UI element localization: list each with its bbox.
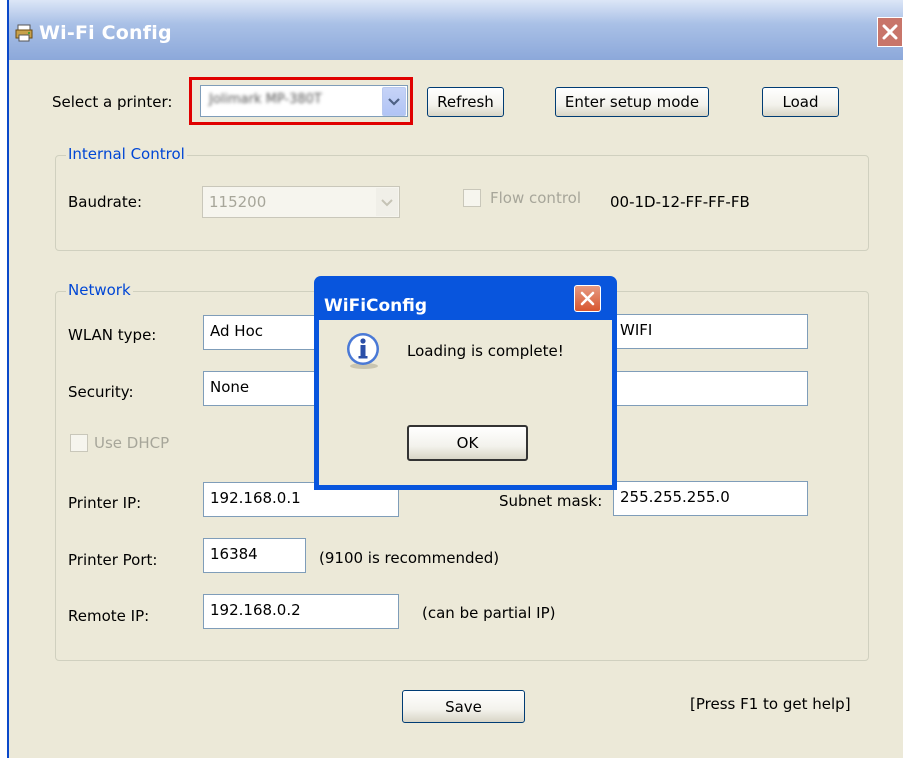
subnet-mask-label: Subnet mask: xyxy=(499,492,603,510)
security-label: Security: xyxy=(68,383,134,401)
printer-select-value: Jolimark MP-380T xyxy=(209,92,322,107)
close-icon xyxy=(580,291,595,306)
chevron-down-icon xyxy=(381,199,393,207)
port-hint: (9100 is recommended) xyxy=(319,549,500,567)
dialog-title: WiFiConfig xyxy=(324,296,428,316)
subnet-mask-value: 255.255.255.0 xyxy=(620,488,730,506)
printer-dropdown-button[interactable] xyxy=(382,87,406,116)
remote-ip-label: Remote IP: xyxy=(68,607,150,625)
printer-ip-value: 192.168.0.1 xyxy=(210,489,301,507)
key-field[interactable] xyxy=(613,371,808,406)
printer-port-label: Printer Port: xyxy=(68,551,158,569)
ssid-value: WIFI xyxy=(620,321,653,339)
printer-ip-label: Printer IP: xyxy=(68,494,142,512)
select-printer-label: Select a printer: xyxy=(52,93,173,111)
title-bar: Wi-Fi Config xyxy=(9,0,903,60)
info-icon xyxy=(343,330,383,370)
baudrate-dropdown-button[interactable] xyxy=(376,188,398,216)
help-hint: [Press F1 to get help] xyxy=(690,695,851,713)
network-title: Network xyxy=(66,281,133,299)
printer-network-icon xyxy=(15,24,33,42)
baudrate-value: 115200 xyxy=(209,193,267,211)
printer-port-value: 16384 xyxy=(210,545,258,563)
remote-ip-hint: (can be partial IP) xyxy=(422,604,556,622)
wificonfig-dialog: WiFiConfig Loading is complete! OK xyxy=(314,276,617,490)
wifi-config-window: Wi-Fi Config Select a printer: Jolimark … xyxy=(7,0,903,758)
baudrate-select[interactable]: 115200 xyxy=(202,186,400,218)
remote-ip-value: 192.168.0.2 xyxy=(210,601,301,619)
use-dhcp-label: Use DHCP xyxy=(94,434,170,452)
window-close-button[interactable] xyxy=(877,17,903,47)
ssid-field[interactable]: WIFI xyxy=(613,314,808,349)
mac-address: 00-1D-12-FF-FF-FB xyxy=(610,193,750,211)
enter-setup-mode-button[interactable]: Enter setup mode xyxy=(555,87,709,117)
flow-control-label: Flow control xyxy=(490,189,582,207)
wlan-type-label: WLAN type: xyxy=(68,326,157,344)
window-title: Wi-Fi Config xyxy=(39,22,172,44)
baudrate-label: Baudrate: xyxy=(68,193,143,211)
refresh-button[interactable]: Refresh xyxy=(427,87,504,117)
dialog-body: Loading is complete! OK xyxy=(319,320,612,485)
load-button[interactable]: Load xyxy=(762,87,839,117)
printer-select[interactable]: Jolimark MP-380T xyxy=(200,85,408,117)
internal-control-title: Internal Control xyxy=(66,145,187,163)
ok-button[interactable]: OK xyxy=(407,425,528,461)
flow-control-checkbox[interactable] xyxy=(463,189,481,207)
dialog-message: Loading is complete! xyxy=(407,342,564,360)
dialog-close-button[interactable] xyxy=(574,285,601,312)
save-button[interactable]: Save xyxy=(402,690,525,723)
subnet-mask-field[interactable]: 255.255.255.0 xyxy=(613,481,808,516)
printer-port-field[interactable]: 16384 xyxy=(203,538,306,573)
security-value: None xyxy=(210,378,250,396)
remote-ip-field[interactable]: 192.168.0.2 xyxy=(203,594,399,629)
use-dhcp-checkbox[interactable] xyxy=(70,434,88,452)
chevron-down-icon xyxy=(388,98,400,106)
wlan-type-value: Ad Hoc xyxy=(210,322,263,340)
close-icon xyxy=(882,24,898,40)
